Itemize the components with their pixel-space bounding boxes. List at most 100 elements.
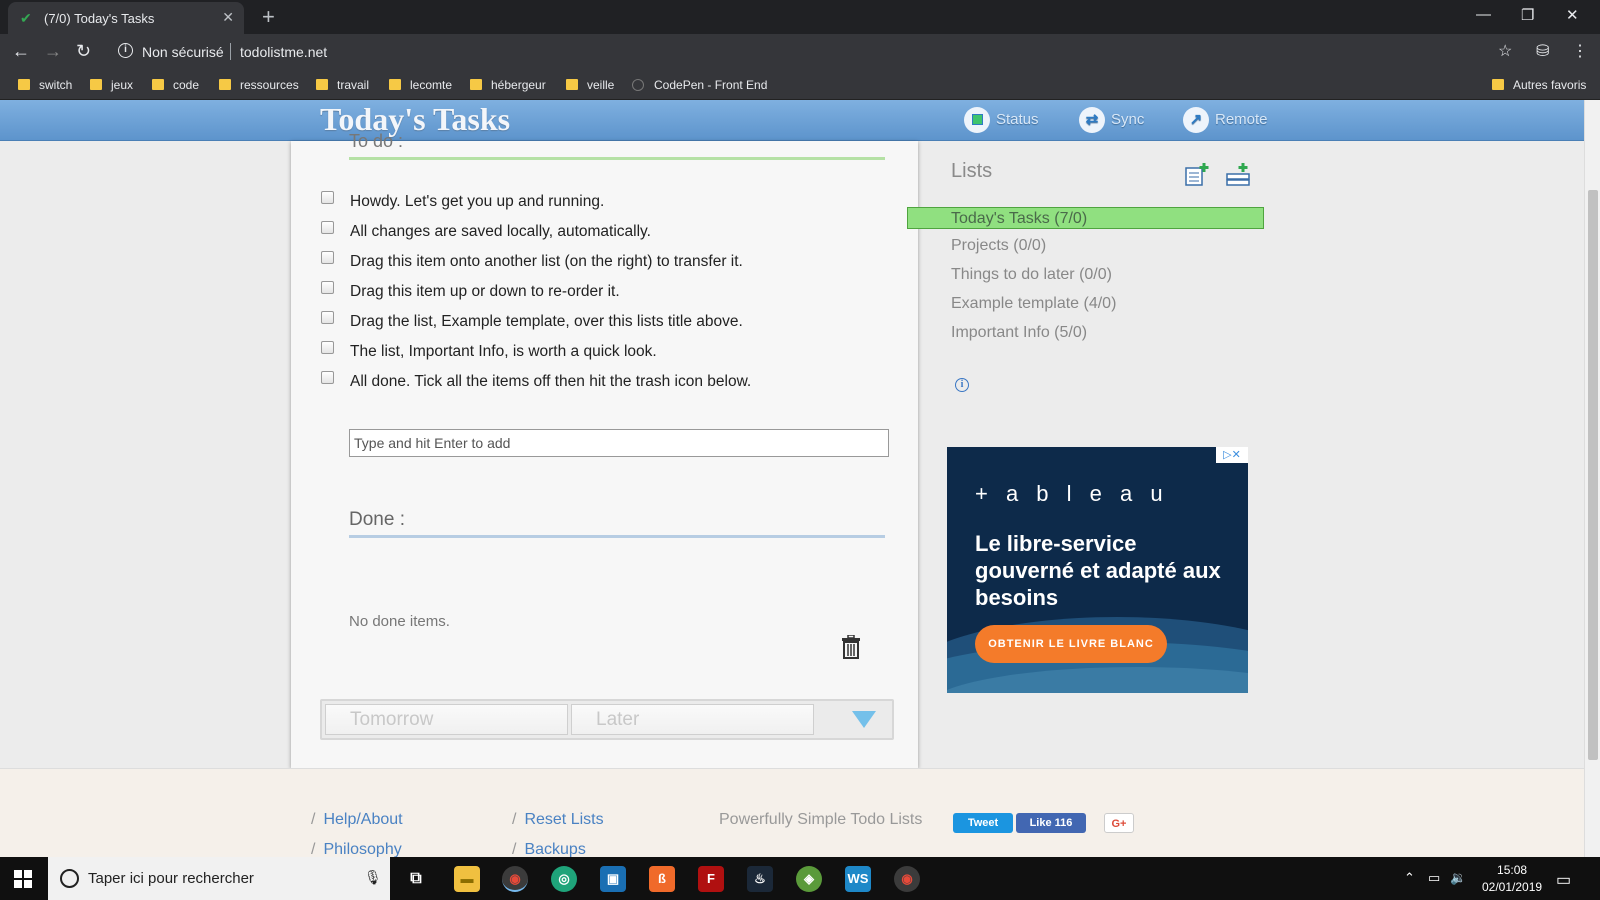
ad-cta-button[interactable]: OBTENIR LE LIVRE BLANC	[975, 625, 1167, 663]
battery-icon[interactable]: ▭	[1428, 870, 1440, 886]
forward-icon[interactable]: →	[44, 41, 62, 61]
list-item-things-later[interactable]: Things to do later (0/0)	[951, 266, 1112, 284]
info-icon[interactable]: i	[118, 43, 133, 58]
reset-lists-link[interactable]: / Reset Lists	[512, 811, 604, 829]
bookmark-veille[interactable]: veille	[566, 78, 614, 92]
xampp-icon[interactable]: ß	[649, 866, 675, 892]
folder-icon	[1492, 79, 1504, 90]
taskbar-search[interactable]: Taper ici pour rechercher 🎙	[48, 857, 390, 900]
back-icon[interactable]: ←	[12, 41, 30, 61]
url-text[interactable]: todolistme.net	[240, 44, 327, 60]
no-done-text: No done items.	[349, 613, 450, 630]
footer: / Help/About / Philosophy / Reset Lists / Ba…	[0, 768, 1584, 857]
scrollbar-thumb[interactable]	[1588, 190, 1598, 760]
folder-icon	[470, 79, 482, 90]
chrome-icon[interactable]: ◉	[502, 866, 528, 892]
cortana-icon	[60, 869, 79, 888]
reload-icon[interactable]: ↻	[76, 41, 91, 61]
tomorrow-button[interactable]: Tomorrow	[325, 704, 568, 735]
like-button[interactable]: Like 116	[1016, 813, 1086, 833]
bookmark-codepen[interactable]: CodePen - Front End	[632, 78, 767, 92]
later-button[interactable]: Later	[571, 704, 814, 735]
info-icon[interactable]: i	[955, 378, 969, 392]
list-item-important-info[interactable]: Important Info (5/0)	[951, 324, 1087, 342]
advertisement[interactable]: ▷✕ + a b l e a u Le libre-service gouver…	[947, 447, 1248, 693]
philosophy-link[interactable]: / Philosophy	[311, 841, 402, 857]
bookmark-hebergeur[interactable]: hébergeur	[470, 78, 546, 92]
restore-icon[interactable]: ❐	[1521, 6, 1534, 24]
add-item-input[interactable]	[349, 429, 889, 457]
folder-icon	[90, 79, 102, 90]
ad-close-icon[interactable]: ▷✕	[1216, 447, 1248, 463]
ide-icon[interactable]: ▣	[600, 866, 626, 892]
item-checkbox[interactable]	[321, 371, 334, 384]
clock-date: 02/01/2019	[1482, 880, 1543, 894]
folder-icon	[566, 79, 578, 90]
bookmark-travail[interactable]: travail	[316, 78, 369, 92]
list-item-projects[interactable]: Projects (0/0)	[951, 237, 1046, 255]
gplus-button[interactable]: G+	[1104, 813, 1134, 833]
web-page: Today's Tasks Status ⇄ Sync ↗ Remote To …	[0, 100, 1584, 857]
filezilla-icon[interactable]: F	[698, 866, 724, 892]
done-heading: Done :	[349, 509, 405, 530]
bookmark-jeux[interactable]: jeux	[90, 78, 133, 92]
windows-start-icon[interactable]	[14, 870, 32, 888]
star-icon[interactable]: ☆	[1498, 41, 1512, 61]
todo-heading: To do :	[349, 131, 404, 151]
ad-headline: Le libre-service gouverné et adapté aux …	[975, 531, 1221, 610]
new-tab-button[interactable]: +	[262, 4, 275, 30]
list-item-todays-tasks[interactable]: Today's Tasks (7/0)	[907, 207, 1264, 229]
trash-icon[interactable]	[841, 635, 861, 659]
item-checkbox[interactable]	[321, 221, 334, 234]
chrome-icon[interactable]: ◉	[894, 866, 920, 892]
microphone-icon[interactable]: 🎙	[364, 869, 382, 886]
address-bar[interactable]: i Non sécurisé todolistme.net	[108, 38, 1548, 66]
close-window-icon[interactable]: ✕	[1566, 6, 1579, 24]
item-checkbox[interactable]	[321, 191, 334, 204]
file-explorer-icon[interactable]: ▬	[454, 866, 480, 892]
address-separator	[230, 43, 231, 60]
add-category-icon[interactable]	[1226, 162, 1252, 186]
todo-divider	[349, 157, 885, 160]
app-header: Today's Tasks Status ⇄ Sync ↗ Remote	[0, 100, 1584, 141]
page-scrollbar[interactable]	[1584, 100, 1600, 857]
item-checkbox[interactable]	[321, 251, 334, 264]
menu-icon[interactable]: ⋮	[1572, 41, 1588, 61]
backups-link[interactable]: / Backups	[512, 841, 586, 857]
close-tab-icon[interactable]: ✕	[222, 9, 234, 26]
todo-card: To do : Howdy. Let's get you up and runn…	[291, 131, 918, 768]
help-about-link[interactable]: / Help/About	[311, 811, 403, 829]
item-checkbox[interactable]	[321, 341, 334, 354]
folder-icon	[219, 79, 231, 90]
item-checkbox[interactable]	[321, 311, 334, 324]
sync-icon: ⇄	[1079, 107, 1105, 133]
bookmark-ressources[interactable]: ressources	[219, 78, 299, 92]
steam-icon[interactable]: ♨	[747, 866, 773, 892]
tweet-button[interactable]: Tweet	[953, 813, 1013, 833]
lists-heading: Lists	[951, 160, 993, 182]
minimize-icon[interactable]: —	[1476, 6, 1491, 23]
list-item-example-template[interactable]: Example template (4/0)	[951, 295, 1116, 313]
tab-title: (7/0) Today's Tasks	[44, 11, 155, 26]
task-view-icon[interactable]: ⧉	[403, 866, 429, 892]
extension-icon[interactable]: ⛁	[1536, 41, 1549, 61]
chevron-down-icon[interactable]	[852, 711, 876, 728]
notification-icon[interactable]: ▭	[1556, 870, 1571, 890]
bookmarks-bar: switch jeux code ressources travail leco…	[0, 70, 1600, 100]
windows-taskbar: Taper ici pour rechercher 🎙 ⧉ ▬ ◉ ◎ ▣ ß …	[0, 857, 1600, 900]
bookmark-switch[interactable]: switch	[18, 78, 72, 92]
item-checkbox[interactable]	[321, 281, 334, 294]
system-clock[interactable]: 15:08 02/01/2019	[1482, 862, 1542, 896]
codepen-icon	[632, 79, 644, 91]
add-list-icon[interactable]	[1184, 162, 1210, 186]
bookmark-code[interactable]: code	[152, 78, 199, 92]
bookmark-lecomte[interactable]: lecomte	[389, 78, 452, 92]
browser-tab[interactable]: ✔ (7/0) Today's Tasks ✕	[8, 2, 244, 34]
move-bar: Tomorrow Later	[320, 699, 894, 740]
webstorm-icon[interactable]: WS	[845, 866, 871, 892]
app-icon[interactable]: ◎	[551, 866, 577, 892]
chevron-up-icon[interactable]: ⌃	[1404, 870, 1415, 886]
android-studio-icon[interactable]: ◈	[796, 866, 822, 892]
other-bookmarks[interactable]: Autres favoris	[1492, 78, 1586, 92]
volume-icon[interactable]: 🔉	[1450, 870, 1466, 886]
